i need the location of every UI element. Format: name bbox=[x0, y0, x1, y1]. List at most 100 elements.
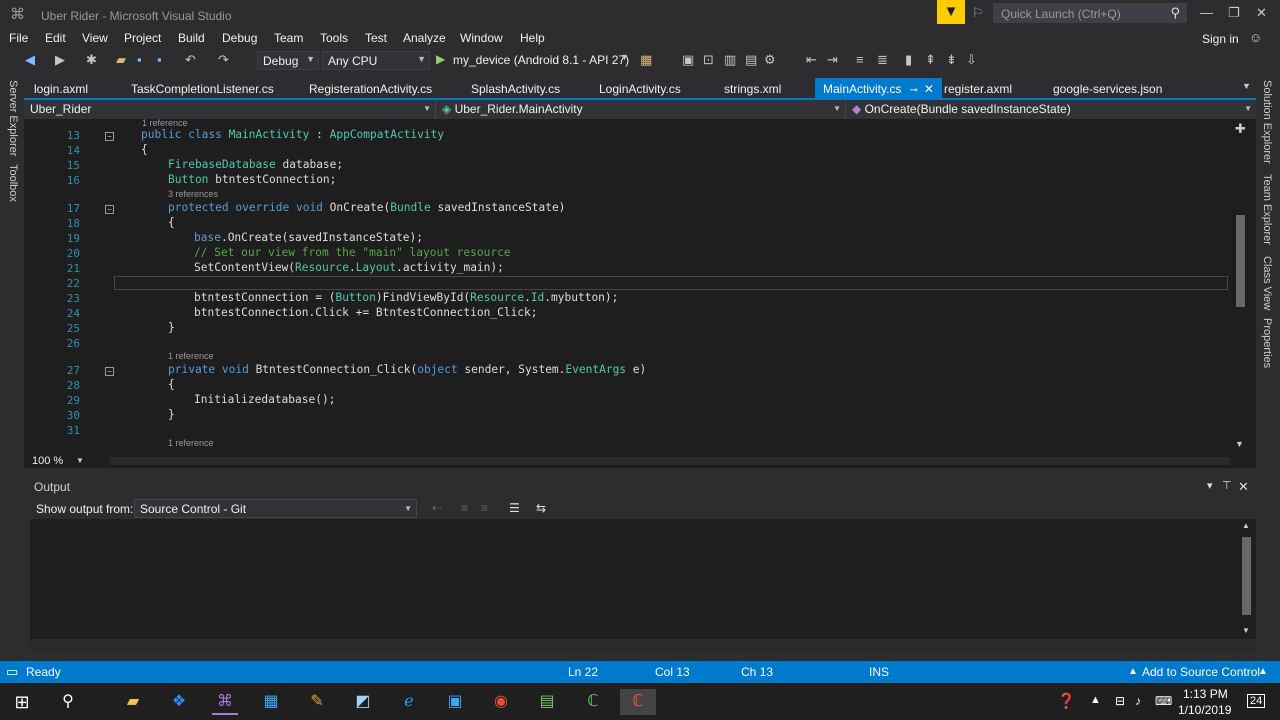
camtasia-red-icon[interactable]: ℂ bbox=[620, 689, 656, 715]
run-target-dropdown-icon[interactable]: ▼ bbox=[620, 52, 629, 62]
server-explorer-tab[interactable]: Server Explorer bbox=[7, 80, 19, 156]
editor-horizontal-scrollbar[interactable] bbox=[110, 457, 1230, 465]
format-icon[interactable]: ⇤ bbox=[806, 52, 817, 68]
tab-loginactivity[interactable]: LoginActivity.cs bbox=[591, 78, 689, 98]
solution-explorer-tab[interactable]: Solution Explorer bbox=[1261, 80, 1273, 164]
tab-registerationactivity[interactable]: RegisterationActivity.cs bbox=[301, 78, 440, 98]
file-explorer-icon[interactable]: ▰ bbox=[120, 689, 146, 715]
windows-start-icon[interactable]: ⊞ bbox=[9, 689, 35, 715]
menu-window[interactable]: Window bbox=[460, 31, 503, 45]
save-icon[interactable]: ▪ bbox=[137, 52, 142, 67]
close-window-button[interactable]: ✕ bbox=[1256, 5, 1267, 21]
scroll-thumb[interactable] bbox=[1242, 537, 1251, 615]
menu-project[interactable]: Project bbox=[124, 31, 161, 45]
project-dropdown[interactable]: Uber_Rider ▼ bbox=[24, 100, 436, 119]
tab-register-axml[interactable]: register.axml bbox=[936, 78, 1020, 98]
menu-debug[interactable]: Debug bbox=[222, 31, 257, 45]
notification-count-badge[interactable]: 24 bbox=[1247, 694, 1266, 708]
quick-launch-input[interactable]: Quick Launch (Ctrl+Q) ⚲ bbox=[993, 3, 1187, 23]
sign-in-link[interactable]: Sign in bbox=[1202, 32, 1239, 46]
pin-icon[interactable]: ⊸ bbox=[909, 85, 917, 96]
class-view-tab[interactable]: Class View bbox=[1261, 256, 1273, 310]
tab-splashactivity[interactable]: SplashActivity.cs bbox=[463, 78, 568, 98]
split-editor-icon[interactable]: ✚ bbox=[1235, 121, 1246, 137]
collapse-icon[interactable]: − bbox=[105, 132, 114, 141]
settings-icon[interactable]: ⚙ bbox=[764, 52, 776, 68]
redo-icon[interactable]: ↷ bbox=[218, 52, 229, 68]
menu-tools[interactable]: Tools bbox=[320, 31, 348, 45]
next-bookmark-icon[interactable]: ⇟ bbox=[946, 52, 957, 68]
prev-message-icon[interactable]: ≡ bbox=[461, 501, 468, 515]
show-hidden-icons[interactable]: ▲ bbox=[1090, 694, 1101, 706]
collapse-icon[interactable]: − bbox=[105, 367, 114, 376]
codelens-references[interactable]: 3 references bbox=[168, 189, 218, 199]
find-message-icon[interactable]: ⇠ bbox=[432, 501, 442, 515]
close-tab-icon[interactable]: ✕ bbox=[924, 82, 934, 96]
menu-test[interactable]: Test bbox=[365, 31, 387, 45]
output-vertical-scrollbar[interactable]: ▲ ▼ bbox=[1238, 519, 1256, 639]
panel-menu-icon[interactable]: ▾ bbox=[1207, 479, 1213, 492]
menu-help[interactable]: Help bbox=[520, 31, 545, 45]
store-icon[interactable]: ▦ bbox=[258, 689, 284, 715]
output-window-icon[interactable]: ▭ bbox=[6, 664, 18, 680]
tab-overflow-icon[interactable]: ▼ bbox=[1242, 81, 1251, 91]
codelens-references[interactable]: 1 reference bbox=[168, 351, 214, 361]
calendar-app-icon[interactable]: ▣ bbox=[442, 689, 468, 715]
menu-file[interactable]: File bbox=[9, 31, 28, 45]
back-icon[interactable]: ◀ bbox=[25, 52, 35, 68]
undo-icon[interactable]: ↶ bbox=[185, 52, 196, 68]
tab-strings-xml[interactable]: strings.xml bbox=[716, 78, 789, 98]
minimize-button[interactable]: — bbox=[1200, 5, 1213, 20]
codelens-references[interactable]: 1 reference bbox=[142, 119, 188, 128]
menu-edit[interactable]: Edit bbox=[45, 31, 66, 45]
keyboard-icon[interactable]: ⌨ bbox=[1155, 694, 1172, 708]
close-panel-icon[interactable]: ✕ bbox=[1238, 479, 1249, 495]
properties-tab[interactable]: Properties bbox=[1261, 318, 1273, 368]
scroll-thumb[interactable] bbox=[1236, 215, 1245, 307]
menu-team[interactable]: Team bbox=[274, 31, 303, 45]
toolbox-tab[interactable]: Toolbox bbox=[7, 164, 19, 202]
solution-configuration-select[interactable]: Debug ▼ bbox=[257, 51, 319, 70]
help-icon[interactable]: ❓ bbox=[1057, 692, 1076, 710]
notes-app-icon[interactable]: ◩ bbox=[350, 689, 376, 715]
chrome-icon[interactable]: ◉ bbox=[488, 689, 514, 715]
tab-taskcompletionlistener[interactable]: TaskCompletionListener.cs bbox=[123, 78, 282, 98]
notification-filter-icon[interactable]: ▼ bbox=[937, 0, 965, 24]
uncomment-icon[interactable]: ≣ bbox=[877, 52, 888, 68]
zoom-level[interactable]: 100 % bbox=[32, 455, 63, 467]
bookmark-icon[interactable]: ▮ bbox=[905, 52, 912, 68]
tab-google-services-json[interactable]: google-services.json bbox=[1045, 78, 1170, 98]
tab-mainactivity[interactable]: MainActivity.cs ⊸ ✕ bbox=[815, 78, 942, 98]
team-explorer-tab[interactable]: Team Explorer bbox=[1261, 174, 1273, 245]
tab-login-axml[interactable]: login.axml bbox=[26, 78, 96, 98]
android-studio-icon[interactable]: ▤ bbox=[534, 689, 560, 715]
scroll-up-icon[interactable]: ▲ bbox=[1242, 521, 1250, 530]
save-all-icon[interactable]: ▪ bbox=[157, 52, 162, 67]
open-file-icon[interactable]: ▰ bbox=[116, 52, 126, 68]
volume-icon[interactable]: ♪ bbox=[1135, 694, 1141, 708]
scroll-down-icon[interactable]: ▼ bbox=[1235, 439, 1244, 449]
indent-icon[interactable]: ⇥ bbox=[827, 52, 838, 68]
codelens-references[interactable]: 1 reference bbox=[168, 438, 214, 448]
account-icon[interactable]: ☺ bbox=[1249, 30, 1262, 45]
collapse-icon[interactable]: − bbox=[105, 205, 114, 214]
device-manager-icon[interactable]: ▦ bbox=[640, 52, 652, 68]
android-emulator-icon[interactable]: ▥ bbox=[724, 52, 736, 68]
comment-icon[interactable]: ≡ bbox=[856, 52, 864, 67]
device-log-icon[interactable]: ▤ bbox=[745, 52, 757, 68]
run-target-button[interactable]: my_device (Android 8.1 - API 27) bbox=[453, 53, 629, 67]
visual-studio-icon[interactable]: ⌘ bbox=[212, 689, 238, 715]
feedback-icon[interactable]: ⚐ bbox=[972, 5, 984, 21]
toggle-word-wrap-icon[interactable]: ⇆ bbox=[536, 501, 546, 515]
output-source-select[interactable]: Source Control - Git ▼ bbox=[134, 499, 417, 518]
add-to-source-control-button[interactable]: Add to Source Control bbox=[1142, 665, 1260, 679]
menu-analyze[interactable]: Analyze bbox=[403, 31, 446, 45]
start-debugging-icon[interactable]: ▶ bbox=[436, 52, 445, 66]
clear-all-icon[interactable]: ☰ bbox=[509, 501, 520, 515]
toolbar-more-icon[interactable]: ⇩ bbox=[966, 52, 977, 68]
next-message-icon[interactable]: ≡ bbox=[481, 501, 488, 515]
solution-platform-select[interactable]: Any CPU ▼ bbox=[322, 51, 430, 70]
edge-browser-icon[interactable]: ℯ bbox=[396, 689, 422, 715]
search-icon[interactable]: ⚲ bbox=[55, 689, 81, 715]
menu-view[interactable]: View bbox=[82, 31, 108, 45]
